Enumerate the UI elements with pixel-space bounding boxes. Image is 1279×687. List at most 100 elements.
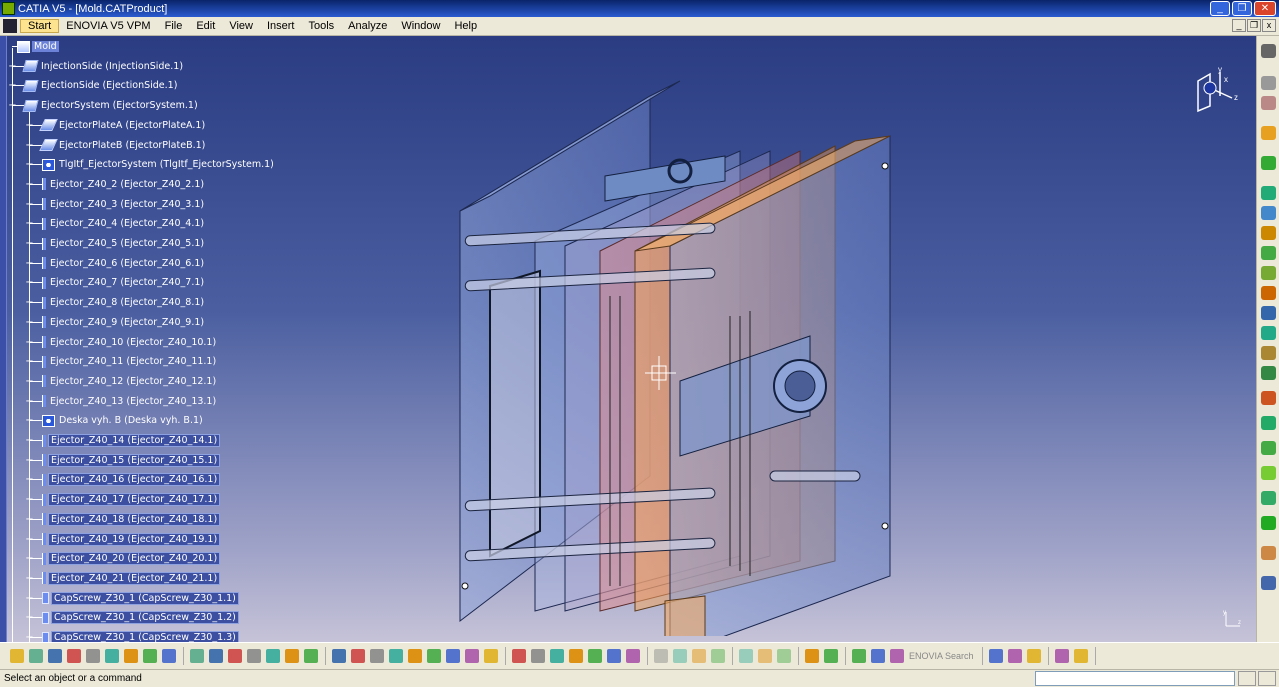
menu-enovia[interactable]: ENOVIA V5 VPM [59,20,157,32]
tree-node[interactable]: + EjectorPlateA (EjectorPlateA.1) [25,117,207,134]
menu-tools[interactable]: Tools [301,20,341,32]
toolbar-command-icon[interactable] [351,649,365,663]
menu-insert[interactable]: Insert [260,20,302,32]
tree-node-label[interactable]: Ejector_Z40_8 (Ejector_Z40_8.1) [48,297,206,308]
tree-node-label[interactable]: Ejector_Z40_18 (Ejector_Z40_18.1) [48,512,221,526]
tree-node[interactable]: + EjectorSystem (EjectorSystem.1) [8,97,200,114]
tree-node[interactable]: + Ejector_Z40_4 (Ejector_Z40_4.1) [25,215,206,232]
tree-node-label[interactable]: Ejector_Z40_6 (Ejector_Z40_6.1) [48,258,206,269]
toolbar-command-icon[interactable] [162,649,176,663]
toolbar-command-icon[interactable] [370,649,384,663]
expand-icon[interactable]: + [25,120,34,130]
toolbar-command-icon[interactable] [266,649,280,663]
toolbar-tool-icon[interactable] [1261,576,1276,590]
tree-node-label[interactable]: EjectorPlateB (EjectorPlateB.1) [57,140,207,151]
tree-node[interactable]: + Ejector_Z40_16 (Ejector_Z40_16.1) [25,471,221,488]
toolbar-command-icon[interactable] [304,649,318,663]
toolbar-command-icon[interactable] [711,649,725,663]
toolbar-tool-icon[interactable] [1261,516,1276,530]
expand-icon[interactable]: + [25,357,34,367]
toolbar-command-icon[interactable] [550,649,564,663]
tree-node-label[interactable]: Ejector_Z40_15 (Ejector_Z40_15.1) [48,453,221,467]
toolbar-tool-icon[interactable] [1261,306,1276,320]
toolbar-command-icon[interactable] [654,649,668,663]
toolbar-command-icon[interactable] [190,649,204,663]
toolbar-command-icon[interactable] [988,649,1003,663]
catia-menu-icon[interactable] [3,19,17,33]
toolbar-command-icon[interactable] [626,649,640,663]
tree-node[interactable]: + Ejector_Z40_14 (Ejector_Z40_14.1) [25,432,221,449]
tree-node[interactable]: Mold [12,38,59,55]
toolbar-command-icon[interactable] [209,649,223,663]
tree-node-label[interactable]: Ejector_Z40_19 (Ejector_Z40_19.1) [48,532,221,546]
toolbar-tool-icon[interactable] [1261,441,1276,455]
tree-node-label[interactable]: Ejector_Z40_2 (Ejector_Z40_2.1) [48,179,206,190]
toolbar-command-icon[interactable] [1073,649,1088,663]
toolbar-tool-icon[interactable] [1261,366,1276,380]
menu-analyze[interactable]: Analyze [341,20,394,32]
toolbar-command-icon[interactable] [758,649,772,663]
expand-icon[interactable]: + [8,61,17,71]
menu-start[interactable]: Start [20,19,60,33]
toolbar-tool-icon[interactable] [1261,186,1276,200]
toolbar-command-icon[interactable] [86,649,100,663]
expand-icon[interactable]: + [25,613,34,623]
tree-node[interactable]: + Ejector_Z40_7 (Ejector_Z40_7.1) [25,274,206,291]
expand-icon[interactable]: + [25,495,34,505]
tree-node[interactable]: + Ejector_Z40_3 (Ejector_Z40_3.1) [25,196,206,213]
tree-node-label[interactable]: Ejector_Z40_17 (Ejector_Z40_17.1) [48,493,221,507]
toolbar-command-icon[interactable] [389,649,403,663]
tree-node[interactable]: + Ejector_Z40_11 (Ejector_Z40_11.1) [25,353,218,370]
expand-icon[interactable]: + [25,514,34,524]
toolbar-command-icon[interactable] [48,649,62,663]
toolbar-tool-icon[interactable] [1261,266,1276,280]
specification-tree[interactable]: Mold + InjectionSide (InjectionSide.1) + Eje… [0,36,330,642]
toolbar-command-icon[interactable] [105,649,119,663]
tree-node-label[interactable]: TlgItf_EjectorSystem (TlgItf_EjectorSyst… [57,159,276,170]
expand-icon[interactable]: + [25,317,34,327]
toolbar-command-icon[interactable] [67,649,81,663]
tree-node[interactable]: + Deska vyh. B (Deska vyh. B.1) [25,412,205,429]
expand-icon[interactable]: + [25,160,34,170]
tree-node[interactable]: + Ejector_Z40_8 (Ejector_Z40_8.1) [25,294,206,311]
toolbar-command-icon[interactable] [10,649,24,663]
expand-icon[interactable]: + [25,573,34,583]
tree-node[interactable]: + Ejector_Z40_17 (Ejector_Z40_17.1) [25,491,221,508]
tree-node[interactable]: + Ejector_Z40_12 (Ejector_Z40_12.1) [25,373,218,390]
tree-node[interactable]: + Ejector_Z40_2 (Ejector_Z40_2.1) [25,176,206,193]
tree-node-label[interactable]: Ejector_Z40_10 (Ejector_Z40_10.1) [48,337,218,348]
toolbar-tool-icon[interactable] [1261,96,1276,110]
3d-viewport[interactable]: y z x y z Mold + InjectionSide (InjectionS… [0,36,1256,642]
toolbar-tool-icon[interactable] [1261,206,1276,220]
expand-icon[interactable]: + [25,534,34,544]
toolbar-tool-icon[interactable] [1261,546,1276,560]
toolbar-tool-icon[interactable] [1261,466,1276,480]
expand-icon[interactable]: + [25,376,34,386]
expand-icon[interactable]: + [25,140,34,150]
toolbar-command-icon[interactable] [890,649,904,663]
toolbar-command-icon[interactable] [247,649,261,663]
toolbar-command-icon[interactable] [512,649,526,663]
tree-node[interactable]: + CapScrew_Z30_1 (CapScrew_Z30_1.3) [25,629,239,642]
tree-node-label[interactable]: Ejector_Z40_12 (Ejector_Z40_12.1) [48,376,218,387]
toolbar-command-icon[interactable] [852,649,866,663]
tree-node[interactable]: + CapScrew_Z30_1 (CapScrew_Z30_1.1) [25,590,239,607]
toolbar-command-icon[interactable] [285,649,299,663]
enovia-search-label[interactable]: ENOVIA Search [909,651,974,661]
tree-node-label[interactable]: Ejector_Z40_4 (Ejector_Z40_4.1) [48,218,206,229]
toolbar-tool-icon[interactable] [1261,44,1276,58]
toolbar-tool-icon[interactable] [1261,416,1276,430]
tree-node-label[interactable]: Ejector_Z40_9 (Ejector_Z40_9.1) [48,317,206,328]
expand-icon[interactable]: + [25,396,34,406]
doc-restore-button[interactable]: ❐ [1247,19,1261,32]
mold-assembly-3d-model[interactable] [440,56,910,636]
toolbar-command-icon[interactable] [531,649,545,663]
expand-icon[interactable]: + [25,593,34,603]
tree-node[interactable]: + EjectorPlateB (EjectorPlateB.1) [25,137,207,154]
doc-minimize-button[interactable]: _ [1232,19,1246,32]
toolbar-command-icon[interactable] [607,649,621,663]
tree-scroll-strip[interactable] [0,36,7,642]
menu-view[interactable]: View [222,20,260,32]
toolbar-command-icon[interactable] [143,649,157,663]
tree-node-label[interactable]: Deska vyh. B (Deska vyh. B.1) [57,415,205,426]
